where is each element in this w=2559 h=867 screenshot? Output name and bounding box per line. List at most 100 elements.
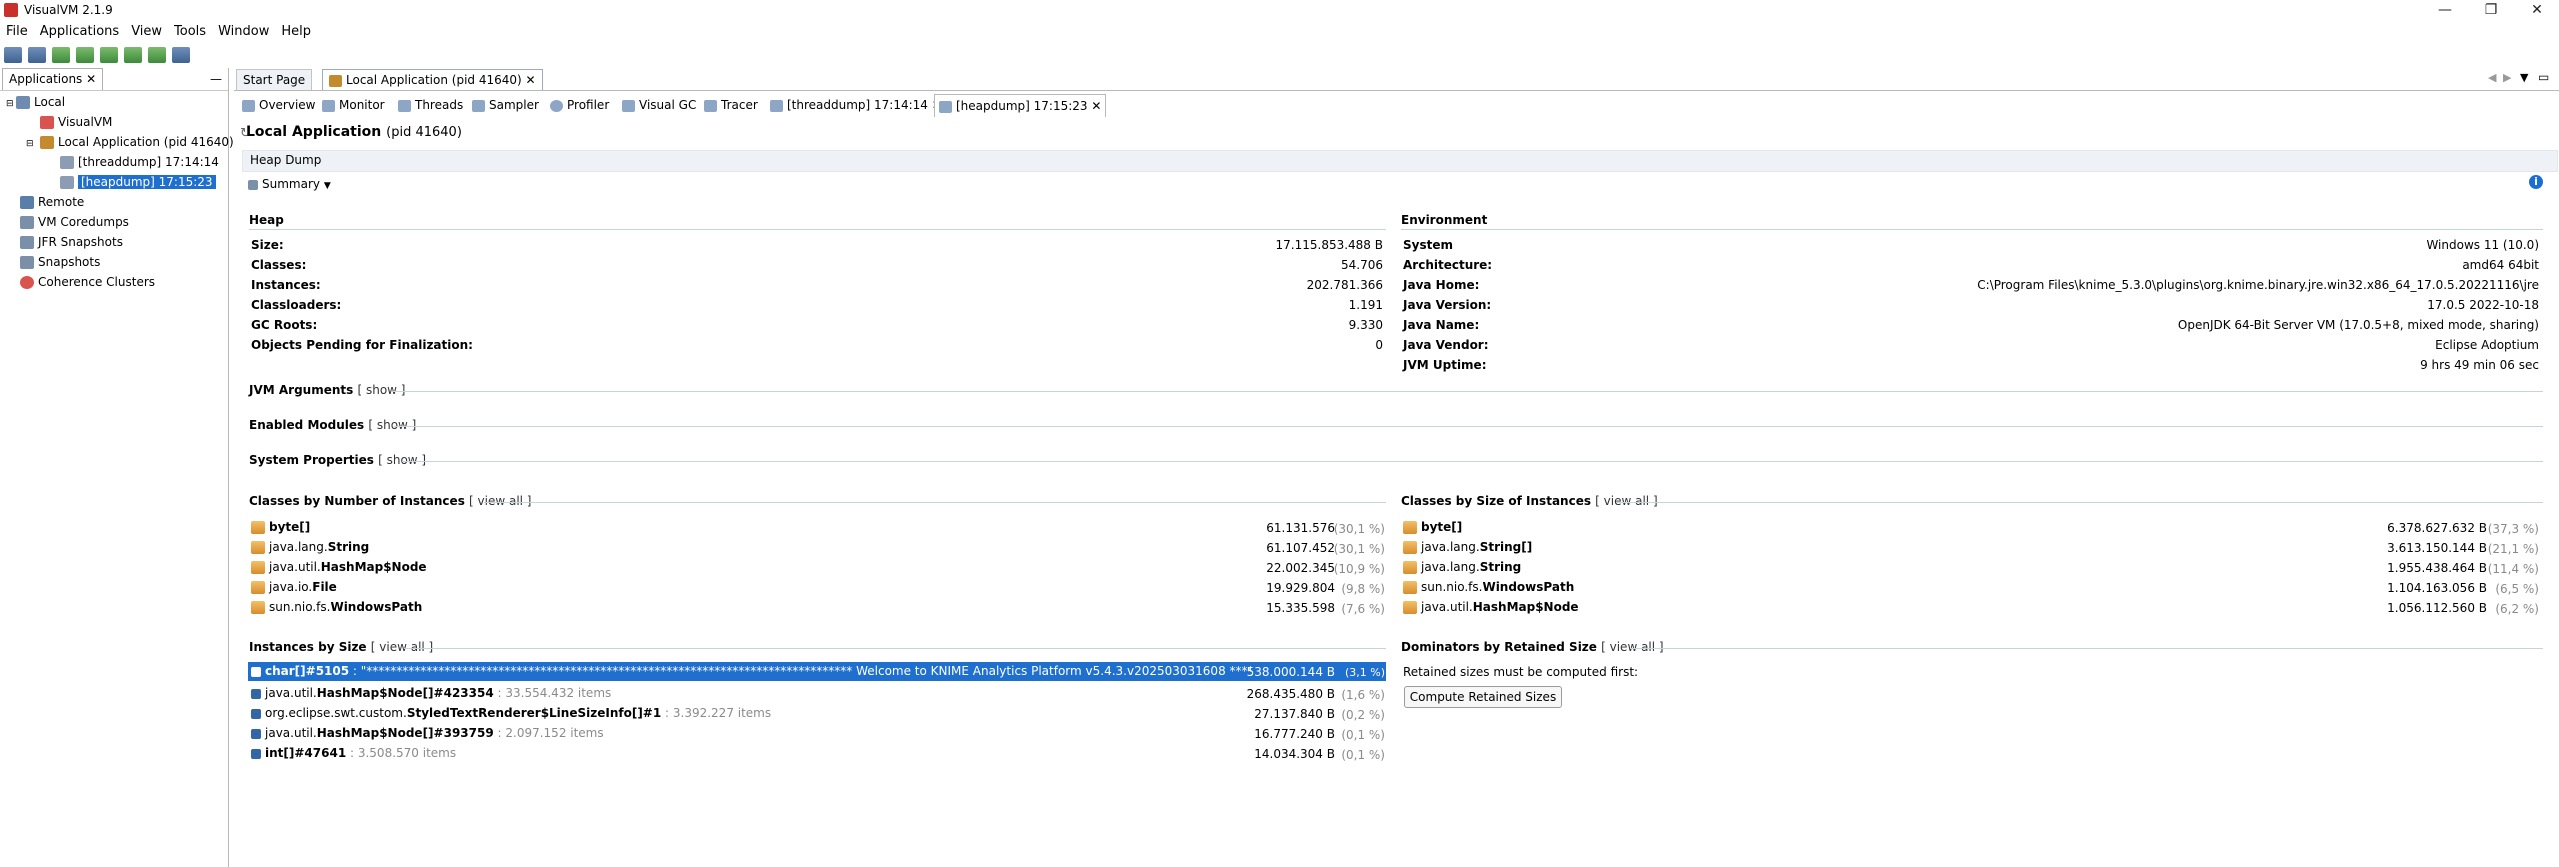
summary-dropdown[interactable]: Summary ▼	[244, 175, 335, 193]
add-jmx-connection-icon[interactable]	[52, 47, 70, 63]
class-name: String	[1479, 560, 1522, 574]
tree-item-snapshots[interactable]: Snapshots	[6, 252, 226, 272]
tree-item-heapdump[interactable]: [heapdump] 17:15:23	[6, 172, 226, 192]
tab-label: Overview	[259, 98, 316, 112]
tree-item-visualvm[interactable]: VisualVM	[6, 112, 226, 132]
menu-file[interactable]: File	[0, 22, 34, 42]
menu-bar: File Applications View Tools Window Help	[0, 22, 2559, 42]
tree-item-threaddump[interactable]: [threaddump] 17:14:14	[6, 152, 226, 172]
info-icon[interactable]: i	[2529, 175, 2543, 189]
tab-list-icon[interactable]: ▼	[2520, 71, 2528, 84]
tab-heapdump[interactable]: [heapdump] 17:15:23 ✕	[934, 94, 1107, 117]
list-item[interactable]: java.lang.String	[1403, 557, 1521, 577]
tab-overview[interactable]: Overview	[238, 94, 320, 116]
env-key: Java Name:	[1403, 318, 1480, 332]
maximize-window-icon[interactable]: ▭	[2538, 70, 2549, 84]
collapse-icon[interactable]: ⊟	[6, 94, 16, 114]
save-snapshot-icon[interactable]	[28, 47, 46, 63]
tab-profiler[interactable]: Profiler	[546, 94, 613, 116]
list-item[interactable]: sun.nio.fs.WindowsPath	[251, 597, 422, 617]
tab-monitor[interactable]: Monitor	[318, 94, 389, 116]
list-item[interactable]: java.util.HashMap$Node[]#423354 : 33.554…	[251, 683, 611, 703]
threaddump-icon	[770, 99, 783, 112]
divider	[249, 229, 1386, 230]
perform-gc-icon[interactable]	[148, 47, 166, 63]
minimize-button[interactable]: —	[2422, 0, 2468, 20]
instance-name: char[]#5105	[265, 664, 350, 678]
tab-threaddump[interactable]: [threaddump] 17:14:14 ✕	[766, 94, 946, 116]
tab-sampler[interactable]: Sampler	[468, 94, 543, 116]
instance-percent: (1,6 %)	[1341, 688, 1385, 702]
list-item[interactable]: java.lang.String[]	[1403, 537, 1532, 557]
tab-visual-gc[interactable]: Visual GC	[618, 94, 700, 116]
class-icon	[251, 521, 265, 534]
heap-key: Objects Pending for Finalization:	[251, 338, 473, 352]
close-icon[interactable]: ✕	[526, 73, 536, 87]
tree-item-coherence-clusters[interactable]: Coherence Clusters	[6, 272, 226, 292]
close-icon[interactable]: ✕	[86, 72, 96, 86]
collapse-icon[interactable]: ⊟	[26, 134, 40, 154]
tab-scroll-left-icon[interactable]: ◀	[2488, 71, 2496, 84]
class-icon	[251, 561, 265, 574]
show-system-properties-link[interactable]: [ show ]	[378, 453, 426, 467]
view-all-instances-link[interactable]: [ view all ]	[371, 640, 433, 654]
minimize-panel-icon[interactable]: —	[210, 72, 222, 86]
close-icon[interactable]: ✕	[1091, 99, 1101, 113]
tab-local-application[interactable]: Local Application (pid 41640) ✕	[322, 69, 543, 90]
class-name: String	[327, 540, 370, 554]
instance-count: 15.335.598	[1266, 601, 1335, 615]
list-item[interactable]: char[]#5105 : "*************************…	[251, 661, 1251, 681]
menu-applications[interactable]: Applications	[34, 22, 125, 42]
menu-help[interactable]: Help	[275, 22, 317, 42]
section-title: Instances by Size	[249, 640, 367, 654]
list-item[interactable]: java.io.File	[251, 577, 337, 597]
tab-start-page[interactable]: Start Page	[236, 69, 313, 90]
tab-tracer[interactable]: Tracer	[700, 94, 762, 116]
instance-percent: (3,1 %)	[1344, 666, 1385, 679]
add-vm-coredump-icon[interactable]	[100, 47, 118, 63]
add-jfr-snapshot-icon[interactable]	[124, 47, 142, 63]
list-item[interactable]: byte[]	[1403, 517, 1462, 537]
maximize-button[interactable]: ❐	[2468, 0, 2514, 20]
list-item[interactable]: java.util.HashMap$Node[]#393759 : 2.097.…	[251, 723, 604, 743]
tree-label: Local	[34, 95, 66, 109]
divider	[1616, 502, 2543, 503]
tree-label: [heapdump] 17:15:23	[78, 175, 216, 189]
tree-item-local[interactable]: ⊟ Local	[6, 92, 226, 112]
tab-threads[interactable]: Threads	[394, 94, 467, 116]
tab-scroll-right-icon[interactable]: ▶	[2503, 71, 2511, 84]
tab-applications[interactable]: Applications ✕	[2, 68, 104, 90]
menu-view[interactable]: View	[125, 22, 168, 42]
divider	[392, 391, 2543, 392]
load-snapshot-icon[interactable]	[4, 47, 22, 63]
instance-icon	[251, 666, 261, 677]
list-item[interactable]: java.lang.String	[251, 537, 369, 557]
add-remote-host-icon[interactable]	[76, 47, 94, 63]
show-enabled-modules-link[interactable]: [ show ]	[368, 418, 416, 432]
compute-retained-sizes-button[interactable]: Compute Retained Sizes	[1404, 686, 1562, 708]
view-all-classes-by-instances-link[interactable]: [ view all ]	[469, 494, 531, 508]
tree-item-remote[interactable]: Remote	[6, 192, 226, 212]
env-value: Windows 11 (10.0)	[2426, 238, 2539, 252]
visualvm-logo-icon	[4, 3, 18, 17]
help-icon[interactable]	[172, 47, 190, 63]
enabled-modules-section: Enabled Modules [ show ]	[249, 418, 416, 432]
tree-item-vm-coredumps[interactable]: VM Coredumps	[6, 212, 226, 232]
list-item[interactable]: byte[]	[251, 517, 310, 537]
tree-item-local-application[interactable]: ⊟ Local Application (pid 41640)	[6, 132, 234, 154]
show-jvm-arguments-link[interactable]: [ show ]	[357, 383, 405, 397]
view-all-classes-by-size-link[interactable]: [ view all ]	[1595, 494, 1657, 508]
class-name: byte[]	[1421, 520, 1463, 534]
list-item[interactable]: java.util.HashMap$Node	[1403, 597, 1579, 617]
view-all-dominators-link[interactable]: [ view all ]	[1601, 640, 1663, 654]
tree-label: [threaddump] 17:14:14	[78, 155, 219, 169]
list-item[interactable]: org.eclipse.swt.custom.StyledTextRendere…	[251, 703, 771, 723]
close-window-button[interactable]: ✕	[2514, 0, 2559, 20]
tree-item-jfr-snapshots[interactable]: JFR Snapshots	[6, 232, 226, 252]
menu-tools[interactable]: Tools	[168, 22, 212, 42]
menu-window[interactable]: Window	[212, 22, 275, 42]
list-item[interactable]: sun.nio.fs.WindowsPath	[1403, 577, 1574, 597]
tab-applications-label: Applications	[9, 72, 83, 86]
list-item[interactable]: int[]#47641 : 3.508.570 items	[251, 743, 456, 763]
list-item[interactable]: java.util.HashMap$Node	[251, 557, 427, 577]
